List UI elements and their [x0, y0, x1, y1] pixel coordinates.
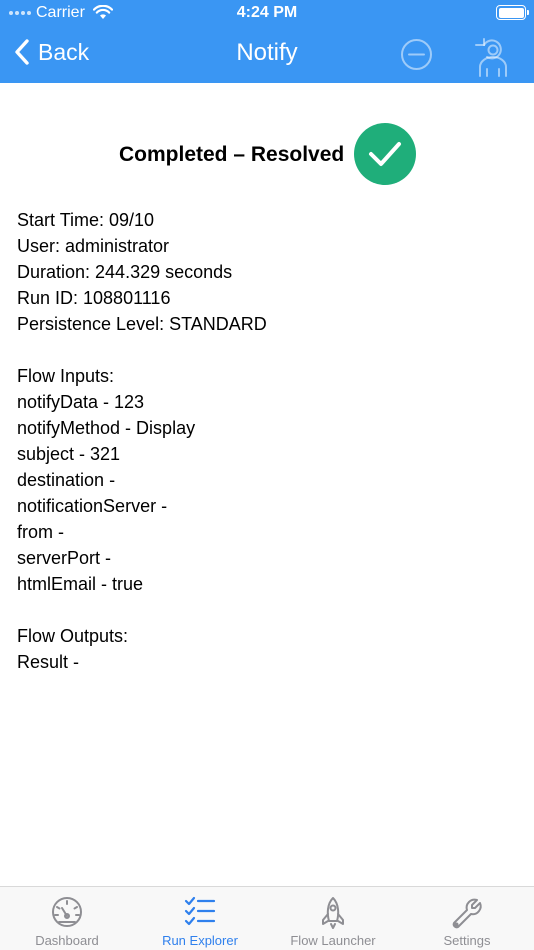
chevron-left-icon [15, 39, 29, 65]
tab-flow-launcher[interactable]: Flow Launcher [266, 887, 400, 950]
app-header: Carrier 4:24 PM Back Notify [0, 0, 534, 83]
dashboard-gauge-icon [52, 897, 82, 927]
flow-input-item: serverPort - [17, 548, 112, 568]
run-id: Run ID: 108801116 [17, 288, 171, 308]
tab-label: Run Explorer [162, 933, 238, 948]
flow-input-item: notificationServer - [17, 496, 168, 516]
flow-output-item: Result - [17, 652, 80, 672]
rocket-icon [322, 897, 344, 929]
run-duration: Duration: 244.329 seconds [17, 262, 233, 282]
reassign-user-icon[interactable] [472, 36, 510, 78]
navigation-bar: Back Notify [0, 26, 534, 83]
run-user: User: administrator [17, 236, 170, 256]
tab-label: Dashboard [35, 933, 99, 948]
tab-bar: Dashboard Run Explorer Flow Launcher Set… [0, 886, 534, 950]
run-details: Start Time: 09/10 User: administrator Du… [17, 207, 267, 675]
flow-input-item: subject - 321 [17, 444, 121, 464]
back-button[interactable]: Back [14, 38, 89, 66]
flow-input-item: notifyData - 123 [17, 392, 145, 412]
minus-circle-icon[interactable] [400, 38, 433, 71]
persistence-level: Persistence Level: STANDARD [17, 314, 267, 334]
status-bar: Carrier 4:24 PM [0, 0, 534, 26]
flow-inputs-header: Flow Inputs: [17, 366, 115, 386]
battery-icon [496, 5, 529, 20]
wrench-icon [452, 898, 482, 929]
tab-run-explorer[interactable]: Run Explorer [133, 887, 267, 950]
run-status: Completed – Resolved [0, 122, 534, 186]
flow-input-item: htmlEmail - true [17, 574, 144, 594]
status-time: 4:24 PM [236, 4, 298, 21]
flow-outputs-header: Flow Outputs: [17, 626, 129, 646]
check-circle-icon [354, 123, 416, 185]
tab-settings[interactable]: Settings [400, 887, 534, 950]
tab-dashboard[interactable]: Dashboard [0, 887, 134, 950]
flow-input-item: destination - [17, 470, 116, 490]
status-title: Completed – Resolved [119, 143, 345, 166]
checklist-icon [184, 896, 216, 926]
flow-input-item: notifyMethod - Display [17, 418, 196, 438]
back-label: Back [38, 38, 90, 65]
tab-label: Settings [443, 933, 491, 948]
flow-input-item: from - [17, 522, 64, 542]
tab-label: Flow Launcher [290, 933, 376, 948]
start-time: Start Time: 09/10 [17, 210, 155, 230]
